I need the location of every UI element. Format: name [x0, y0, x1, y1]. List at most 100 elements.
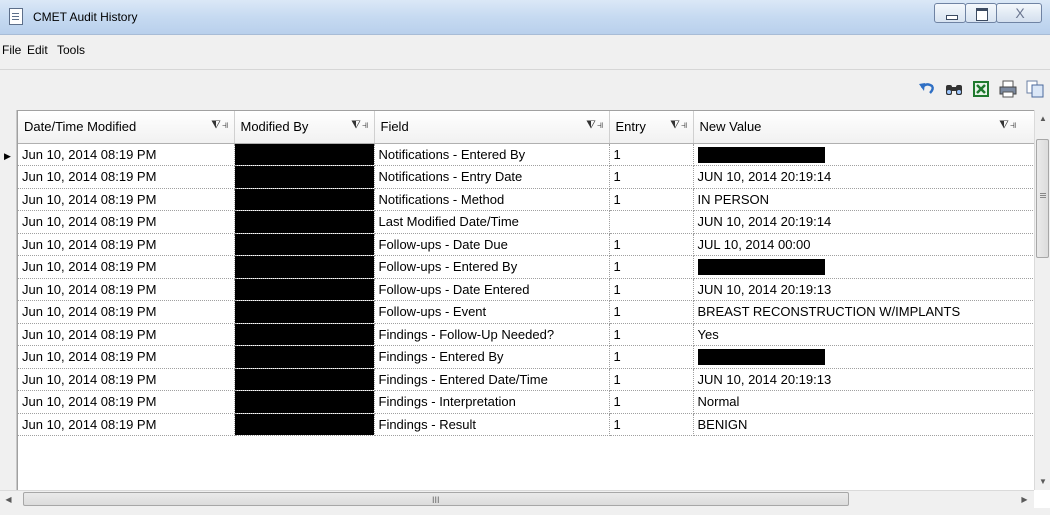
minimize-button[interactable]: [934, 3, 966, 23]
cell-new-value[interactable]: [693, 345, 1037, 369]
cell-entry[interactable]: 1: [609, 323, 694, 346]
cell-field[interactable]: Follow-ups - Date Due: [374, 233, 610, 256]
cell-field[interactable]: Follow-ups - Date Entered: [374, 278, 610, 301]
cell-entry[interactable]: 1: [609, 188, 694, 211]
horizontal-scrollbar[interactable]: ◀ III ▶: [0, 490, 1034, 508]
scroll-down-icon[interactable]: ▼: [1035, 473, 1050, 490]
scroll-up-icon[interactable]: ▲: [1035, 110, 1050, 127]
cell-field[interactable]: Findings - Result: [374, 413, 610, 436]
cell-field[interactable]: Findings - Interpretation: [374, 390, 610, 414]
cell-field[interactable]: Findings - Follow-Up Needed?: [374, 323, 610, 346]
cell-new-value[interactable]: JUL 10, 2014 00:00: [693, 233, 1037, 256]
cell-date-time-modified[interactable]: Jun 10, 2014 08:19 PM: [18, 210, 235, 234]
table-row[interactable]: Jun 10, 2014 08:19 PM Follow-ups - Event 1…: [18, 300, 1037, 324]
cell-date-time-modified[interactable]: Jun 10, 2014 08:19 PM: [18, 255, 235, 279]
undo-icon[interactable]: [918, 80, 936, 98]
cell-field[interactable]: Notifications - Entry Date: [374, 165, 610, 189]
cell-entry[interactable]: 1: [609, 345, 694, 369]
cell-new-value[interactable]: Normal: [693, 390, 1037, 414]
excel-export-icon[interactable]: [972, 80, 990, 98]
cell-modified-by-redacted[interactable]: [234, 188, 375, 211]
filter-pin-icon[interactable]: ⧨⫣: [351, 119, 369, 132]
cell-modified-by-redacted[interactable]: [234, 413, 375, 436]
cell-new-value[interactable]: [693, 143, 1037, 166]
column-header-date-time-modified[interactable]: Date/Time Modified ⧨⫣: [18, 111, 235, 144]
table-row[interactable]: Jun 10, 2014 08:19 PM Findings - Entered …: [18, 368, 1037, 391]
scroll-right-icon[interactable]: ▶: [1016, 491, 1033, 508]
column-header-new-value[interactable]: New Value ⧨⫣: [693, 111, 1037, 144]
menu-file[interactable]: File: [2, 43, 21, 57]
table-row[interactable]: Jun 10, 2014 08:19 PM Notifications - Ent…: [18, 143, 1037, 166]
vertical-scrollbar[interactable]: ▲ ▼: [1034, 110, 1050, 490]
filter-pin-icon[interactable]: ⧨⫣: [999, 119, 1017, 132]
cell-new-value[interactable]: [693, 255, 1037, 279]
cell-field[interactable]: Last Modified Date/Time: [374, 210, 610, 234]
cell-entry[interactable]: 1: [609, 413, 694, 436]
cell-new-value[interactable]: Yes: [693, 323, 1037, 346]
table-row[interactable]: Jun 10, 2014 08:19 PM Follow-ups - Date E…: [18, 278, 1037, 301]
cell-date-time-modified[interactable]: Jun 10, 2014 08:19 PM: [18, 278, 235, 301]
audit-history-grid[interactable]: Date/Time Modified ⧨⫣ Modified By ⧨⫣ Fie…: [17, 110, 1050, 491]
table-row[interactable]: Jun 10, 2014 08:19 PM Findings - Interpre…: [18, 390, 1037, 414]
table-row[interactable]: Jun 10, 2014 08:19 PM Findings - Follow-U…: [18, 323, 1037, 346]
close-button[interactable]: X: [996, 3, 1042, 23]
cell-modified-by-redacted[interactable]: [234, 300, 375, 324]
cell-date-time-modified[interactable]: Jun 10, 2014 08:19 PM: [18, 300, 235, 324]
cell-date-time-modified[interactable]: Jun 10, 2014 08:19 PM: [18, 323, 235, 346]
cell-date-time-modified[interactable]: Jun 10, 2014 08:19 PM: [18, 143, 235, 166]
cell-entry[interactable]: 1: [609, 390, 694, 414]
cell-modified-by-redacted[interactable]: [234, 255, 375, 279]
cell-field[interactable]: Findings - Entered By: [374, 345, 610, 369]
horizontal-scroll-thumb[interactable]: III: [23, 492, 849, 506]
cell-new-value[interactable]: BREAST RECONSTRUCTION W/IMPLANTS: [693, 300, 1037, 324]
cell-modified-by-redacted[interactable]: [234, 210, 375, 234]
copy-icon[interactable]: [1026, 80, 1044, 98]
cell-entry[interactable]: 1: [609, 278, 694, 301]
cell-new-value[interactable]: BENIGN: [693, 413, 1037, 436]
cell-modified-by-redacted[interactable]: [234, 143, 375, 166]
table-row[interactable]: Jun 10, 2014 08:19 PM Findings - Entered …: [18, 345, 1037, 369]
cell-new-value[interactable]: JUN 10, 2014 20:19:14: [693, 165, 1037, 189]
vertical-scroll-thumb[interactable]: [1036, 139, 1049, 258]
cell-modified-by-redacted[interactable]: [234, 368, 375, 391]
cell-date-time-modified[interactable]: Jun 10, 2014 08:19 PM: [18, 413, 235, 436]
cell-modified-by-redacted[interactable]: [234, 390, 375, 414]
cell-modified-by-redacted[interactable]: [234, 278, 375, 301]
cell-field[interactable]: Notifications - Entered By: [374, 143, 610, 166]
table-row[interactable]: Jun 10, 2014 08:19 PM Follow-ups - Entere…: [18, 255, 1037, 279]
find-icon[interactable]: [945, 80, 963, 98]
cell-date-time-modified[interactable]: Jun 10, 2014 08:19 PM: [18, 368, 235, 391]
cell-entry[interactable]: 1: [609, 368, 694, 391]
cell-new-value[interactable]: JUN 10, 2014 20:19:13: [693, 368, 1037, 391]
cell-new-value[interactable]: JUN 10, 2014 20:19:13: [693, 278, 1037, 301]
cell-entry[interactable]: 1: [609, 255, 694, 279]
column-header-entry[interactable]: Entry ⧨⫣: [609, 111, 694, 144]
filter-pin-icon[interactable]: ⧨⫣: [211, 119, 229, 132]
cell-field[interactable]: Follow-ups - Event: [374, 300, 610, 324]
maximize-button[interactable]: [965, 3, 997, 23]
cell-field[interactable]: Findings - Entered Date/Time: [374, 368, 610, 391]
scroll-left-icon[interactable]: ◀: [0, 491, 17, 508]
cell-modified-by-redacted[interactable]: [234, 165, 375, 189]
table-row[interactable]: Jun 10, 2014 08:19 PM Follow-ups - Date D…: [18, 233, 1037, 256]
table-row[interactable]: Jun 10, 2014 08:19 PM Notifications - Met…: [18, 188, 1037, 211]
cell-entry[interactable]: 1: [609, 300, 694, 324]
cell-date-time-modified[interactable]: Jun 10, 2014 08:19 PM: [18, 188, 235, 211]
cell-entry[interactable]: 1: [609, 143, 694, 166]
cell-new-value[interactable]: JUN 10, 2014 20:19:14: [693, 210, 1037, 234]
print-icon[interactable]: [999, 80, 1017, 98]
cell-entry[interactable]: [609, 210, 694, 234]
filter-pin-icon[interactable]: ⧨⫣: [586, 119, 604, 132]
cell-modified-by-redacted[interactable]: [234, 233, 375, 256]
cell-new-value[interactable]: IN PERSON: [693, 188, 1037, 211]
table-row[interactable]: Jun 10, 2014 08:19 PM Findings - Result 1 B…: [18, 413, 1037, 436]
cell-modified-by-redacted[interactable]: [234, 323, 375, 346]
cell-date-time-modified[interactable]: Jun 10, 2014 08:19 PM: [18, 390, 235, 414]
cell-entry[interactable]: 1: [609, 165, 694, 189]
cell-modified-by-redacted[interactable]: [234, 345, 375, 369]
cell-date-time-modified[interactable]: Jun 10, 2014 08:19 PM: [18, 233, 235, 256]
menu-edit[interactable]: Edit: [27, 43, 48, 57]
cell-field[interactable]: Notifications - Method: [374, 188, 610, 211]
cell-date-time-modified[interactable]: Jun 10, 2014 08:19 PM: [18, 345, 235, 369]
column-header-field[interactable]: Field ⧨⫣: [374, 111, 610, 144]
